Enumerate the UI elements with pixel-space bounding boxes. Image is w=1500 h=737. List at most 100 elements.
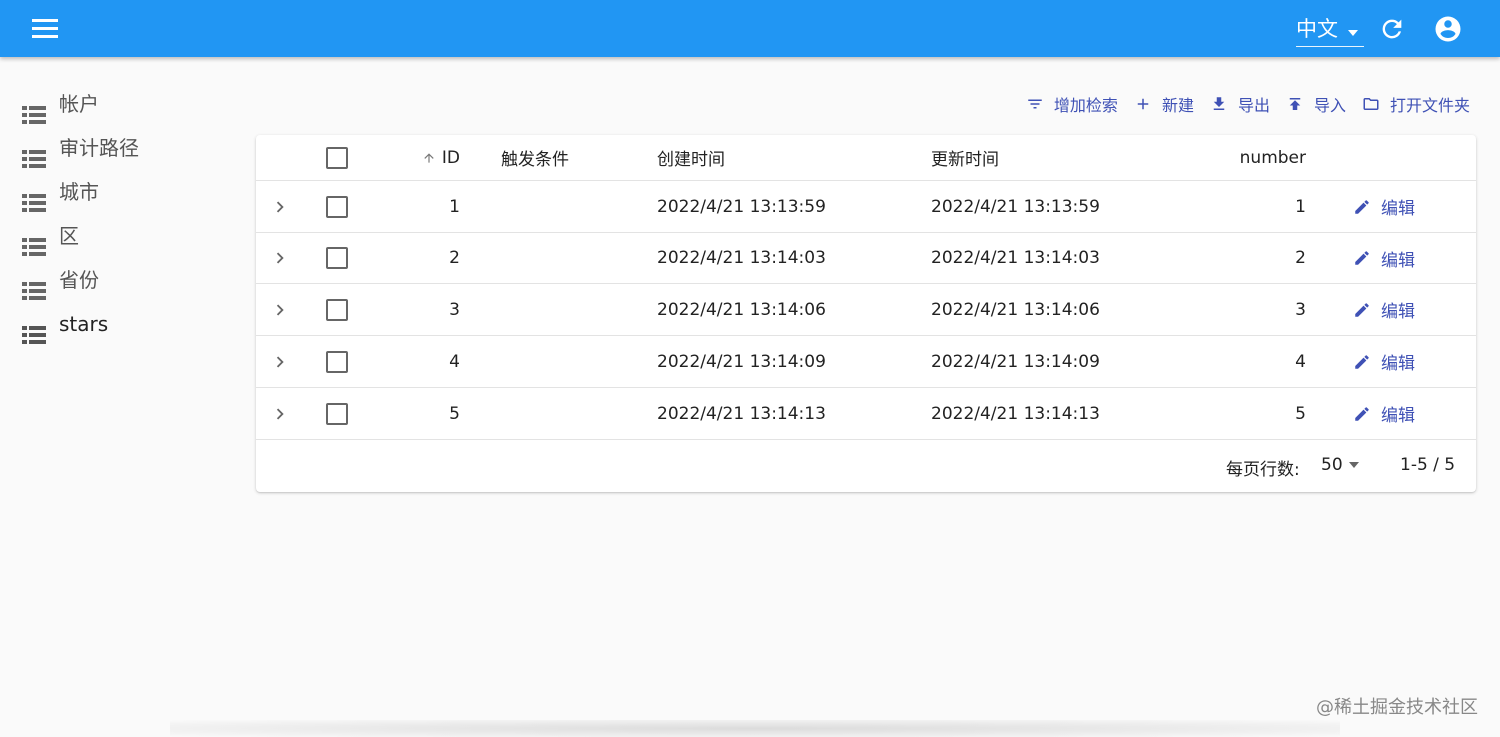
rows-per-page-select[interactable]: 50 xyxy=(1321,455,1359,475)
edit-label: 编辑 xyxy=(1381,199,1415,219)
expand-button[interactable] xyxy=(269,233,291,283)
sidebar: 帐户 审计路径 城市 区 省份 stars xyxy=(0,82,240,346)
list-icon xyxy=(22,139,46,168)
refresh-icon[interactable] xyxy=(1378,15,1406,43)
list-icon xyxy=(22,271,46,300)
export-label: 导出 xyxy=(1237,96,1270,115)
arrow-up-icon xyxy=(424,152,434,163)
rows-per-page-label: 每页行数: xyxy=(1226,460,1300,480)
chevron-right-icon xyxy=(276,304,284,315)
table-header-row: ID 触发条件 创建时间 更新时间 number xyxy=(256,135,1476,181)
row-checkbox-cell xyxy=(326,181,348,232)
cell-updated-at: 2022/4/21 13:13:59 xyxy=(931,196,1100,217)
add-filter-button[interactable]: 增加检索 xyxy=(1026,92,1118,116)
cell-id: 3 xyxy=(449,299,460,320)
cell-updated-at: 2022/4/21 13:14:03 xyxy=(931,248,1100,268)
cell-updated-at: 2022/4/21 13:14:13 xyxy=(931,403,1100,424)
column-header-label: 更新时间 xyxy=(931,150,999,170)
download-icon xyxy=(1213,97,1225,110)
sidebar-item-districts[interactable]: 区 xyxy=(0,214,240,258)
open-folder-button[interactable]: 打开文件夹 xyxy=(1362,92,1470,116)
edit-button[interactable]: 编辑 xyxy=(1353,336,1415,387)
table-row[interactable]: 4 2022/4/21 13:14:09 2022/4/21 13:14:09 … xyxy=(256,336,1476,388)
plus-icon xyxy=(1137,98,1149,110)
select-all-checkbox-cell xyxy=(326,135,348,180)
table-row[interactable]: 5 2022/4/21 13:14:13 2022/4/21 13:14:13 … xyxy=(256,388,1476,440)
sidebar-item-label: 区 xyxy=(59,224,79,248)
sidebar-item-cities[interactable]: 城市 xyxy=(0,170,240,214)
edit-button[interactable]: 编辑 xyxy=(1353,233,1415,283)
sidebar-item-audit-trail[interactable]: 审计路径 xyxy=(0,126,240,170)
pencil-icon xyxy=(1355,302,1369,317)
sidebar-item-stars[interactable]: stars xyxy=(0,302,240,346)
cell-updated-at: 2022/4/21 13:14:09 xyxy=(931,351,1100,372)
language-label: 中文 xyxy=(1296,17,1338,41)
cell-number: 5 xyxy=(1295,403,1306,424)
column-header-trigger[interactable]: 触发条件 xyxy=(501,135,569,180)
row-checkbox[interactable] xyxy=(326,298,348,321)
sidebar-item-label: 城市 xyxy=(59,180,99,204)
cell-number: 1 xyxy=(1295,196,1306,217)
select-all-checkbox[interactable] xyxy=(326,146,348,169)
sidebar-item-provinces[interactable]: 省份 xyxy=(0,258,240,302)
cell-created-at: 2022/4/21 13:14:09 xyxy=(657,351,826,372)
cell-number: 4 xyxy=(1295,351,1306,372)
table-row[interactable]: 3 2022/4/21 13:14:06 2022/4/21 13:14:06 … xyxy=(256,284,1476,336)
column-header-updated-at[interactable]: 更新时间 xyxy=(931,135,999,180)
edit-button[interactable]: 编辑 xyxy=(1353,181,1415,232)
add-filter-label: 增加检索 xyxy=(1053,96,1118,115)
pencil-icon xyxy=(1355,251,1369,265)
create-button[interactable]: 新建 xyxy=(1134,92,1194,116)
row-checkbox[interactable] xyxy=(326,402,348,425)
chevron-right-icon xyxy=(276,201,284,212)
chevron-right-icon xyxy=(276,408,284,419)
bottom-shadow xyxy=(170,720,1340,737)
column-header-created-at[interactable]: 创建时间 xyxy=(657,135,725,180)
chevron-right-icon xyxy=(276,252,284,264)
account-circle-icon[interactable] xyxy=(1433,14,1463,44)
pencil-icon xyxy=(1355,354,1369,369)
export-button[interactable]: 导出 xyxy=(1210,92,1270,116)
sidebar-item-label: 省份 xyxy=(59,268,99,292)
column-header-id[interactable]: ID xyxy=(416,135,460,180)
language-select[interactable]: 中文 xyxy=(1296,13,1364,47)
chevron-right-icon xyxy=(276,356,284,367)
column-header-label: ID xyxy=(441,147,460,168)
row-checkbox[interactable] xyxy=(326,247,348,269)
table-pagination: 每页行数: 50 1-5 / 5 xyxy=(256,440,1476,492)
expand-button[interactable] xyxy=(269,284,291,335)
cell-created-at: 2022/4/21 13:14:03 xyxy=(657,248,826,268)
list-icon xyxy=(22,315,46,344)
watermark: @稀土掘金技术社区 xyxy=(1316,697,1478,718)
edit-button[interactable]: 编辑 xyxy=(1353,388,1415,439)
sidebar-item-label: stars xyxy=(59,312,109,336)
expand-button[interactable] xyxy=(269,388,291,439)
table-row[interactable]: 2 2022/4/21 13:14:03 2022/4/21 13:14:03 … xyxy=(256,233,1476,284)
row-checkbox-cell xyxy=(326,233,348,283)
edit-button[interactable]: 编辑 xyxy=(1353,284,1415,335)
cell-number: 3 xyxy=(1295,299,1306,320)
cell-id: 1 xyxy=(449,196,460,217)
data-table: ID 触发条件 创建时间 更新时间 number 1 2022/4/21 13:… xyxy=(256,135,1476,492)
row-checkbox[interactable] xyxy=(326,195,348,218)
cell-created-at: 2022/4/21 13:14:06 xyxy=(657,299,826,320)
table-row[interactable]: 1 2022/4/21 13:13:59 2022/4/21 13:13:59 … xyxy=(256,181,1476,233)
menu-icon[interactable] xyxy=(26,14,62,44)
import-button[interactable]: 导入 xyxy=(1286,92,1346,116)
create-label: 新建 xyxy=(1161,96,1194,115)
filter-icon xyxy=(1028,99,1042,109)
import-label: 导入 xyxy=(1313,96,1346,115)
row-checkbox[interactable] xyxy=(326,350,348,373)
pencil-icon xyxy=(1355,406,1369,421)
edit-label: 编辑 xyxy=(1381,302,1415,322)
list-toolbar: 增加检索 新建 导出 导入 打开文件夹 xyxy=(1010,90,1470,118)
cell-id: 4 xyxy=(449,351,460,372)
list-icon xyxy=(22,95,46,124)
page-range: 1-5 / 5 xyxy=(1400,455,1456,475)
expand-button[interactable] xyxy=(269,336,291,387)
row-checkbox-cell xyxy=(326,336,348,387)
column-header-label: number xyxy=(1239,147,1306,168)
sidebar-item-accounts[interactable]: 帐户 xyxy=(0,82,240,126)
expand-button[interactable] xyxy=(269,181,291,232)
column-header-number[interactable]: number xyxy=(1206,135,1306,180)
